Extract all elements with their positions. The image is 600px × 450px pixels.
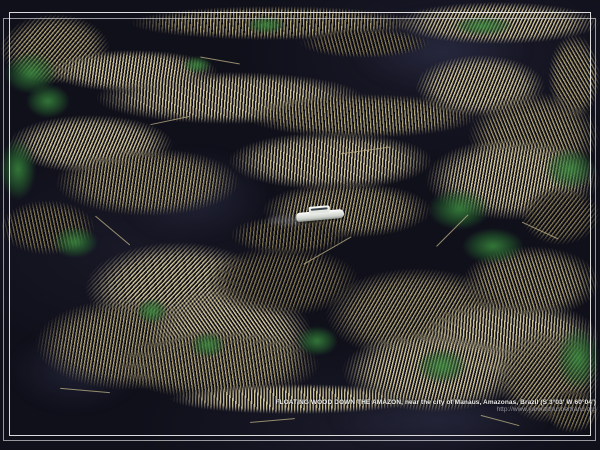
log-raft: [520, 185, 600, 245]
vegetation-patch: [462, 228, 524, 264]
desktop-wallpaper: FLOATING WOOD DOWN THE AMAZON, near the …: [0, 0, 600, 450]
stray-log: [250, 418, 295, 423]
caption-url: http://www.yannarthusbertrand.org: [275, 407, 596, 414]
vegetation-patch: [296, 326, 338, 356]
vegetation-patch: [416, 348, 468, 384]
vegetation-patch: [246, 16, 286, 34]
aerial-photo: [0, 0, 600, 450]
vegetation-patch: [26, 84, 70, 118]
vegetation-patch: [452, 16, 514, 36]
vegetation-patch: [190, 332, 226, 358]
vegetation-patch: [544, 148, 596, 190]
photo-caption: FLOATING WOOD DOWN THE AMAZON, near the …: [275, 400, 596, 414]
log-raft: [300, 28, 430, 58]
vegetation-patch: [52, 226, 98, 258]
vegetation-patch: [136, 298, 168, 324]
vegetation-patch: [0, 138, 36, 200]
vegetation-patch: [556, 326, 600, 390]
